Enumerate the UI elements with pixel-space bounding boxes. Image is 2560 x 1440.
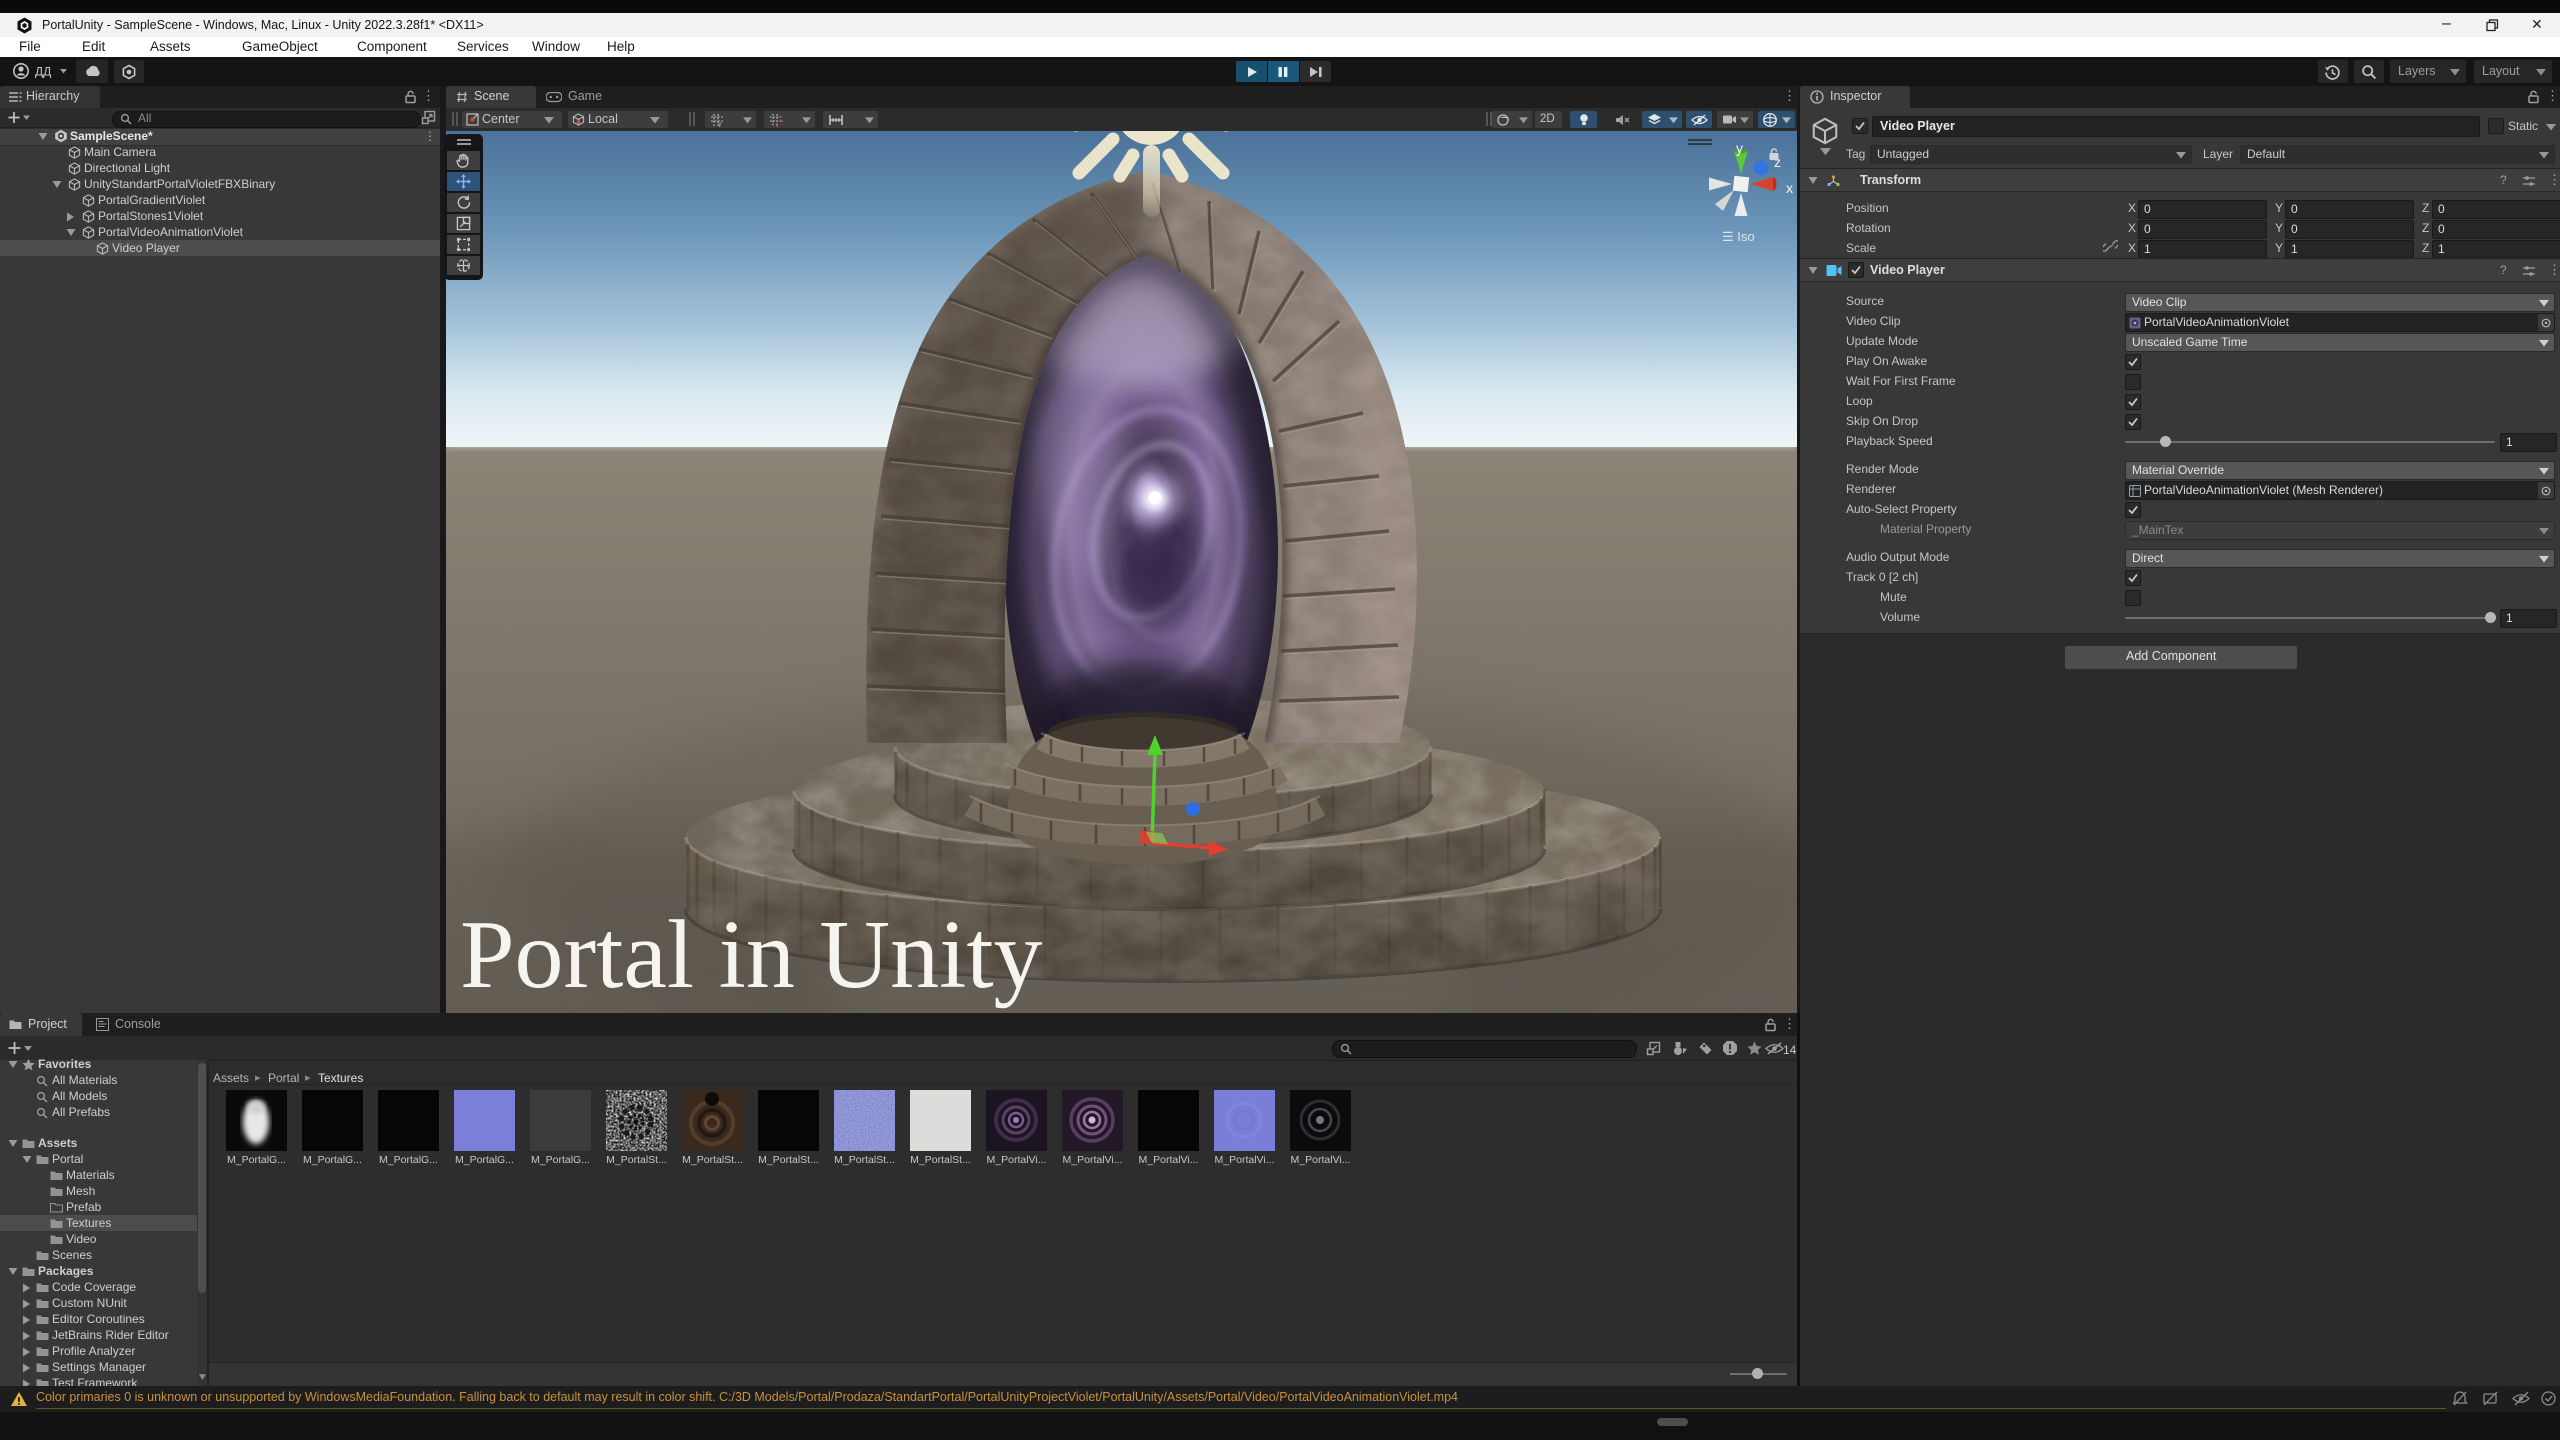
svg-text:x: x xyxy=(1786,180,1793,196)
svg-text:y: y xyxy=(718,121,722,127)
svg-text:Portal in Unity: Portal in Unity xyxy=(460,901,1043,1009)
svg-text:ДД: ДД xyxy=(35,65,51,79)
svg-text:y: y xyxy=(1736,140,1743,156)
